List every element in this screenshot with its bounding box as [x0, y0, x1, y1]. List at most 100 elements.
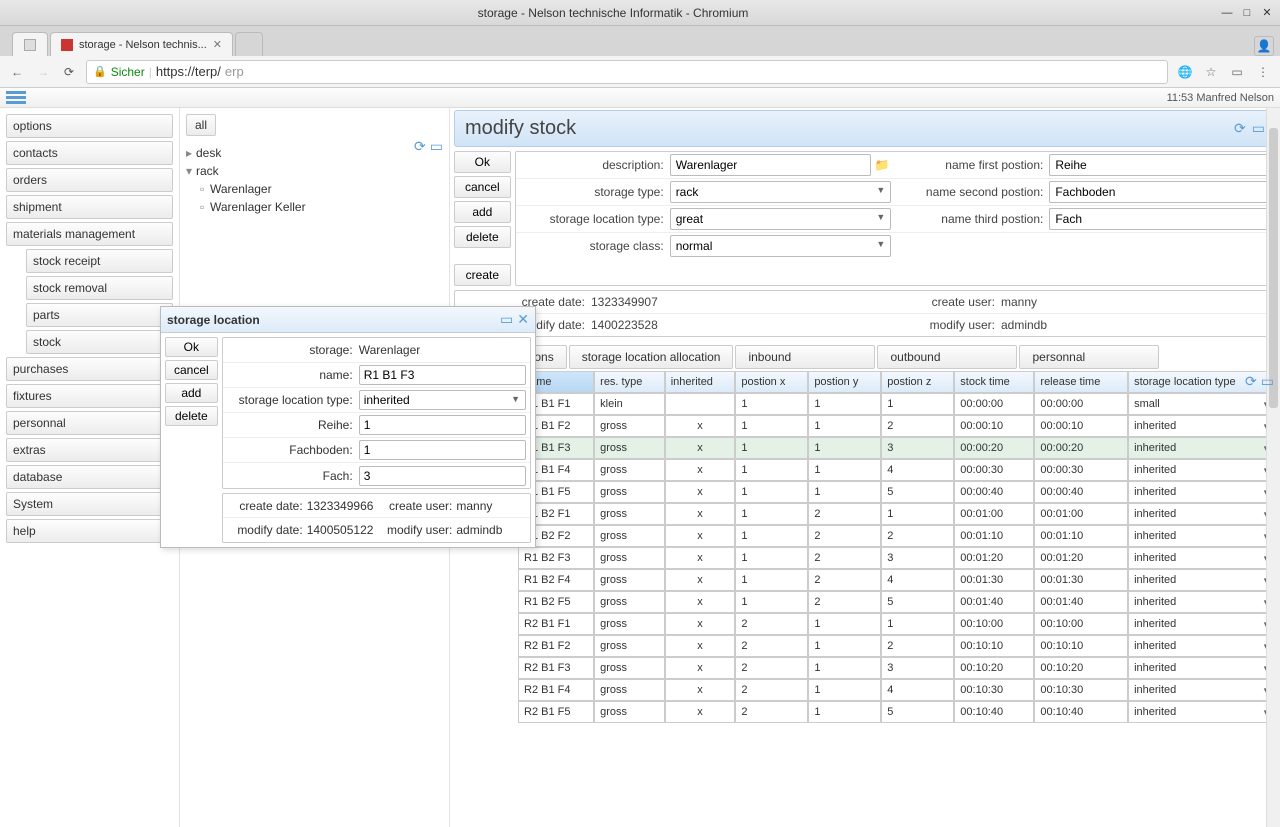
nav-system[interactable]: System [6, 492, 173, 516]
col-py[interactable]: postion y [808, 371, 881, 393]
scrollbar-thumb[interactable] [1269, 128, 1278, 408]
col-rtime[interactable]: release time [1034, 371, 1128, 393]
minimize-button[interactable]: — [1220, 6, 1234, 20]
maximize-button[interactable]: □ [1240, 6, 1254, 20]
new-tab-button[interactable] [235, 32, 263, 56]
col-px[interactable]: postion x [735, 371, 808, 393]
grid-header-row[interactable]: name res. type inherited postion x posti… [518, 371, 1276, 393]
dialog-header[interactable]: storage location ▭ ✕ [161, 307, 535, 333]
cancel-button[interactable]: cancel [454, 176, 511, 198]
tree-node-warenlager[interactable]: ▫Warenlager [200, 180, 443, 198]
table-row[interactable]: R2 B1 F1grossx21100:10:0000:10:00inherit… [518, 613, 1276, 635]
table-row[interactable]: R1 B2 F5grossx12500:01:4000:01:40inherit… [518, 591, 1276, 613]
col-inherited[interactable]: inherited [665, 371, 736, 393]
table-row[interactable]: R1 B2 F1grossx12100:01:0000:01:00inherit… [518, 503, 1276, 525]
locations-grid[interactable]: name res. type inherited postion x posti… [518, 371, 1276, 723]
filter-all-button[interactable]: all [186, 114, 216, 136]
dialog-cancel-button[interactable]: cancel [165, 360, 218, 380]
tab-inbound[interactable]: inbound [735, 345, 875, 369]
dialog-maximize-icon[interactable]: ▭ [500, 311, 513, 328]
input-description[interactable] [670, 154, 872, 176]
nav-stock-receipt[interactable]: stock receipt [26, 249, 173, 273]
label-reihe: Reihe: [227, 418, 359, 432]
nav-extras[interactable]: extras [6, 438, 173, 462]
nav-materials[interactable]: materials management [6, 222, 173, 246]
refresh-icon[interactable]: ⟳ [1234, 120, 1246, 137]
table-row[interactable]: R2 B1 F3grossx21300:10:2000:10:20inherit… [518, 657, 1276, 679]
nav-orders[interactable]: orders [6, 168, 173, 192]
table-row[interactable]: R1 B2 F2grossx12200:01:1000:01:10inherit… [518, 525, 1276, 547]
nav-fixtures[interactable]: fixtures [6, 384, 173, 408]
table-row[interactable]: R2 B1 F5grossx21500:10:4000:10:40inherit… [518, 701, 1276, 723]
input-reihe[interactable] [359, 415, 526, 435]
add-button[interactable]: add [454, 201, 511, 223]
nav-stock[interactable]: stock [26, 330, 173, 354]
maximize-grid-icon[interactable]: ▭ [1261, 373, 1274, 390]
hamburger-button[interactable] [6, 90, 26, 106]
nav-help[interactable]: help [6, 519, 173, 543]
select-storage-class[interactable] [670, 235, 892, 257]
create-button[interactable]: create [454, 264, 511, 286]
ok-button[interactable]: Ok [454, 151, 511, 173]
nav-personnal[interactable]: personnal [6, 411, 173, 435]
tree-node-rack[interactable]: ▾rack [186, 162, 443, 180]
select-sl-type[interactable] [359, 390, 526, 410]
translate-icon[interactable]: 🌐 [1176, 63, 1194, 81]
tree-node-warenlager-keller[interactable]: ▫Warenlager Keller [200, 198, 443, 216]
forward-button[interactable]: → [34, 63, 52, 81]
dialog-close-icon[interactable]: ✕ [517, 311, 529, 328]
close-button[interactable]: ✕ [1260, 6, 1274, 20]
nav-stock-removal[interactable]: stock removal [26, 276, 173, 300]
nav-contacts[interactable]: contacts [6, 141, 173, 165]
col-stime[interactable]: stock time [954, 371, 1034, 393]
nav-options[interactable]: options [6, 114, 173, 138]
input-name-first[interactable] [1049, 154, 1271, 176]
folder-icon[interactable]: 📁 [873, 156, 891, 174]
table-row[interactable]: R2 B1 F2grossx21200:10:1000:10:10inherit… [518, 635, 1276, 657]
input-name-second[interactable] [1049, 181, 1271, 203]
browser-profile-button[interactable]: 👤 [1254, 36, 1274, 56]
table-row[interactable]: R1 B1 F4grossx11400:00:3000:00:30inherit… [518, 459, 1276, 481]
dialog-add-button[interactable]: add [165, 383, 218, 403]
table-row[interactable]: R1 B1 F5grossx11500:00:4000:00:40inherit… [518, 481, 1276, 503]
nav-database[interactable]: database [6, 465, 173, 489]
devices-icon[interactable]: ▭ [1228, 63, 1246, 81]
refresh-icon[interactable]: ⟳ [1245, 373, 1257, 390]
url-field[interactable]: 🔒 Sicher | https://terp/erp [86, 60, 1168, 84]
browser-tab-active[interactable]: storage - Nelson technis... ✕ [50, 32, 233, 56]
table-row[interactable]: R1 B1 F1klein11100:00:0000:00:00small [518, 393, 1276, 415]
browser-tab-blank[interactable] [12, 32, 48, 56]
input-fachboden[interactable] [359, 440, 526, 460]
bookmark-icon[interactable]: ☆ [1202, 63, 1220, 81]
dialog-delete-button[interactable]: delete [165, 406, 218, 426]
table-row[interactable]: R1 B2 F4grossx12400:01:3000:01:30inherit… [518, 569, 1276, 591]
col-pz[interactable]: postion z [881, 371, 954, 393]
input-fach[interactable] [359, 466, 526, 486]
input-sl-name[interactable] [359, 365, 526, 385]
menu-icon[interactable]: ⋮ [1254, 63, 1272, 81]
scrollbar[interactable] [1266, 108, 1280, 827]
input-name-third[interactable] [1049, 208, 1271, 230]
col-restype[interactable]: res. type [594, 371, 665, 393]
delete-button[interactable]: delete [454, 226, 511, 248]
tab-personnal[interactable]: personnal [1019, 345, 1159, 369]
nav-parts[interactable]: parts [26, 303, 173, 327]
select-sl-type[interactable] [670, 208, 892, 230]
tab-sl-allocation[interactable]: storage location allocation [569, 345, 734, 369]
tree-node-desk[interactable]: ▸desk [186, 144, 443, 162]
nav-purchases[interactable]: purchases [6, 357, 173, 381]
maximize-panel-icon[interactable]: ▭ [1252, 120, 1265, 137]
reload-button[interactable]: ⟳ [60, 63, 78, 81]
tab-outbound[interactable]: outbound [877, 345, 1017, 369]
back-button[interactable]: ← [8, 63, 26, 81]
nav-shipment[interactable]: shipment [6, 195, 173, 219]
table-row[interactable]: R1 B1 F2grossx11200:00:1000:00:10inherit… [518, 415, 1276, 437]
table-row[interactable]: R1 B2 F3grossx12300:01:2000:01:20inherit… [518, 547, 1276, 569]
tab-close-icon[interactable]: ✕ [213, 38, 222, 51]
table-row[interactable]: R2 B1 F4grossx21400:10:3000:10:30inherit… [518, 679, 1276, 701]
dialog-ok-button[interactable]: Ok [165, 337, 218, 357]
expand-icon[interactable]: ▭ [430, 138, 443, 155]
table-row[interactable]: R1 B1 F3grossx11300:00:2000:00:20inherit… [518, 437, 1276, 459]
refresh-icon[interactable]: ⟳ [414, 138, 426, 155]
select-storage-type[interactable] [670, 181, 892, 203]
